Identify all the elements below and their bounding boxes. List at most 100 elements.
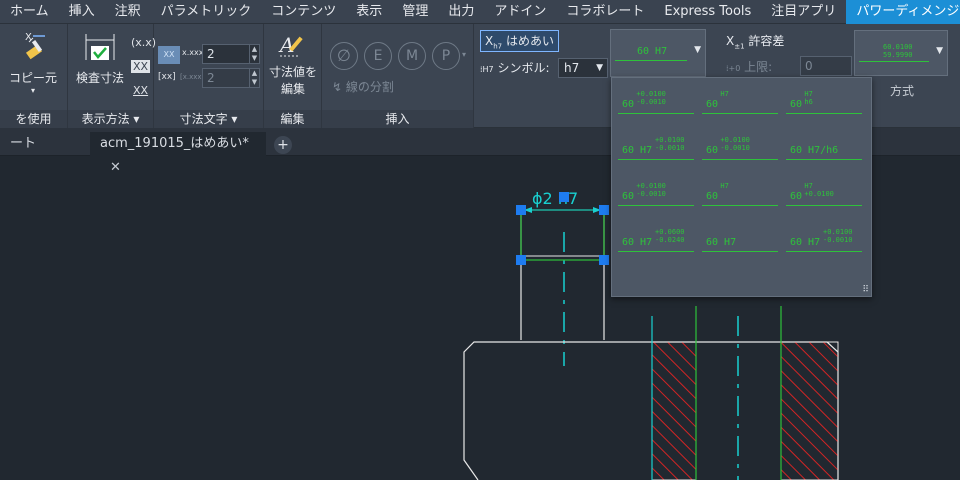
fit-style-preview-dropdown[interactable]: 60 H7 ▼ [610,29,706,77]
fit-symbol-select[interactable]: h7 ▼ [558,58,608,78]
spinner-arrows-icon[interactable]: ▲ ▼ [249,45,259,63]
fit-style-option[interactable]: 60 +0.0100 -0.0010 [700,130,780,164]
panel-edit-title: 編集 [264,110,321,128]
grip-handle[interactable] [599,205,609,215]
fit-style-main: 60 [790,99,803,110]
selected-dimension[interactable] [520,207,605,261]
ribbon-tab-9[interactable]: コラボレート [556,0,654,24]
ribbon-tab-0[interactable]: ホーム [0,0,59,24]
fit-style-option[interactable]: 60 H7 [700,176,780,210]
ribbon-tab-5[interactable]: 表示 [346,0,392,24]
preview-underline [859,61,929,62]
fit-style-option[interactable]: 60 H7 h6 [784,84,864,118]
dimension-text[interactable]: ϕ2 h7 [532,189,578,208]
projected-tolerance-icon[interactable]: P [432,42,460,70]
fit-style-main: 60 [706,191,719,202]
fit-style-main: 60 H7 [622,145,653,156]
fit-style-main: 60 H7/h6 [790,145,839,156]
fit-style-main: 60 [622,99,635,110]
alternate-precision-spinner[interactable]: 2 ▲ ▼ [202,68,260,88]
fit-style-main: 60 [790,191,803,202]
fit-style-tol-top: +0.0100 [636,90,666,98]
fit-style-tol-bottom: -0.0010 [720,144,750,152]
fit-style-option[interactable]: 60 +0.0100 -0.0010 [616,176,696,210]
grip-handle[interactable] [516,205,526,215]
ribbon-tab-7[interactable]: 出力 [438,0,484,24]
mmc-symbol-icon[interactable]: M [398,42,426,70]
fit-style-option[interactable]: 60 H7/h6 [784,130,864,164]
new-tab-button[interactable]: + [274,136,292,154]
copy-from-dropdown-icon: ▾ [30,86,35,95]
fit-style-option[interactable]: 60 H7 [700,84,780,118]
reference-dim-icon[interactable]: (x.x) [131,36,156,49]
ribbon-tab-1[interactable]: 挿入 [59,0,105,24]
document-tab-partial[interactable]: ート [0,132,88,156]
edit-dim-value-label-2: 編集 [280,82,305,96]
fit-style-underline [618,113,694,114]
primary-precision-spinner[interactable]: 2 ▲ ▼ [202,44,260,64]
spinner-arrows-icon[interactable]: ▲ ▼ [249,69,259,87]
panel-insert-title: 挿入 [322,110,473,128]
grip-handle[interactable] [599,255,609,265]
split-line-button[interactable]: ↯ 線の分割 [332,78,394,95]
fit-style-tol-bottom: -0.0010 [655,144,685,152]
panel-dim-text-title[interactable]: 寸法文字 ▾ [154,110,263,128]
fit-style-option[interactable]: 60 H7 [700,222,780,256]
ribbon-tab-3[interactable]: パラメトリック [151,0,262,24]
tolerance-toggle[interactable]: X±1 許容差 [726,32,784,50]
tolerance-icon: X±1 [726,34,745,51]
fit-style-tol-top: H7 [804,182,813,190]
panel-display-title[interactable]: 表示方法 ▾ [68,110,153,128]
hatch-section-right [780,341,839,480]
grip-handle[interactable] [516,255,526,265]
ribbon-tab-10[interactable]: Express Tools [654,0,761,24]
ribbon-tab-12[interactable]: パワーディメンジョン [846,0,960,24]
upper-limit-input[interactable]: 0 [800,56,852,76]
document-tab-active[interactable]: acm_191015_はめあい* ✕ [90,132,266,175]
svg-text:X: X [25,32,32,43]
symbol-gallery-dropdown-icon[interactable]: ▾ [462,50,466,59]
primary-units-icon[interactable]: XX [158,46,180,64]
envelope-symbol-icon[interactable]: E [364,42,392,70]
fit-style-main: 60 [622,191,635,202]
fit-style-tol-top: H7 [720,90,729,98]
edit-text-icon: A [278,33,303,57]
ribbon-tab-2[interactable]: 注釈 [105,0,151,24]
basic-dim-icon[interactable]: XX [131,60,151,73]
fit-style-tol-top: +0.0100 [636,182,666,190]
grip-handle[interactable] [559,192,569,202]
ribbon-tab-4[interactable]: コンテンツ [261,0,346,24]
inspect-dimension-label: 検査寸法 [75,71,124,85]
fit-style-underline [702,205,778,206]
fit-style-main: 60 H7 [790,237,821,248]
fit-style-option[interactable]: 60 H7 +0.0600 -0.0240 [616,222,696,256]
fit-style-underline [786,205,862,206]
fit-style-tol-top: +0.0100 [720,136,750,144]
fit-label: はめあい [505,34,554,48]
chevron-down-icon: ▼ [694,45,701,55]
resize-grip-icon[interactable]: ⠿ [862,285,869,295]
edit-dim-value-button[interactable]: A 寸法値を 編集 [266,30,320,97]
ribbon-tab-8[interactable]: アドイン [484,0,556,24]
fit-style-option[interactable]: 60 +0.0100 -0.0010 [616,84,696,118]
fit-style-main: 60 H7 [706,237,737,248]
tolerance-method-dropdown[interactable]: 60.0100 59.9990 ▼ [854,30,948,76]
fit-style-option[interactable]: 60 H7 +0.0100 [784,176,864,210]
fit-style-option[interactable]: 60 H7 +0.0100 -0.0010 [616,130,696,164]
fit-style-underline [618,159,694,160]
fit-toggle-button[interactable]: Xh7 はめあい [480,30,559,52]
fit-style-gallery: ⠿ 60 +0.0100 -0.0010 60 H7 60 H7 h6 60 H7 +0.0100… [611,77,872,297]
ribbon-tab-11[interactable]: 注目アプリ [761,0,846,24]
alternate-units-icon[interactable]: [xx] [158,72,176,82]
diameter-symbol-icon[interactable]: ∅ [330,42,358,70]
underline-dim-icon[interactable]: XX [133,84,148,97]
inspect-dimension-icon [85,34,115,60]
ribbon-tab-6[interactable]: 管理 [392,0,438,24]
copy-from-button[interactable]: X コピー元 ▾ [2,30,64,95]
upper-limit-value: 0 [805,59,813,73]
chevron-down-icon: ▼ [936,46,943,56]
inspect-dimension-button[interactable]: 検査寸法 [72,30,128,86]
fit-style-option[interactable]: 60 H7 +0.0100 -0.0010 [784,222,864,256]
fit-style-tol-bottom: +0.0100 [804,190,834,198]
method-title: 方式 [890,84,915,98]
